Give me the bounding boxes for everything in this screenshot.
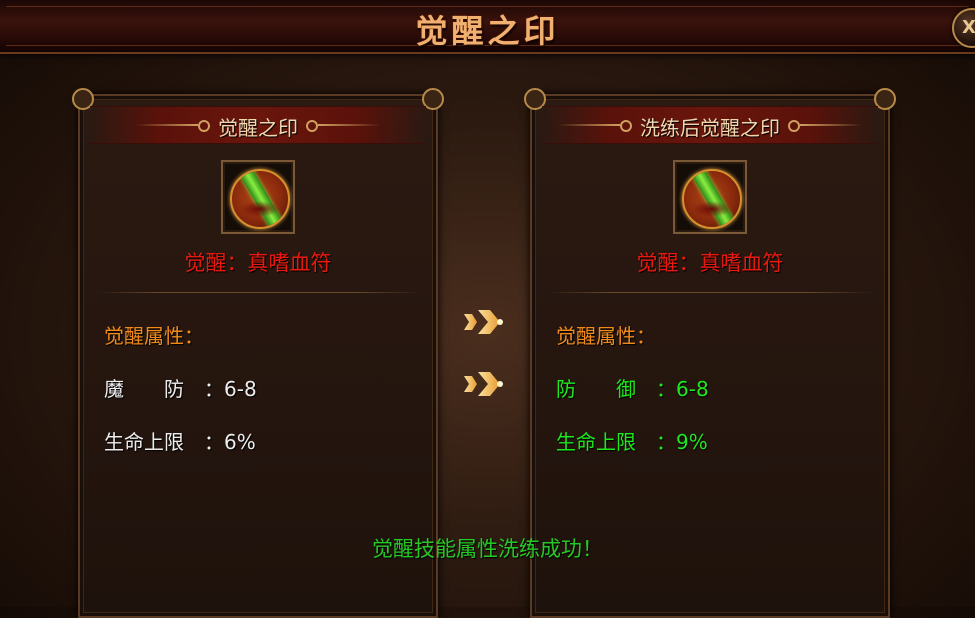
- stat-value: ：6-8: [656, 377, 709, 401]
- stat-value: ：6-8: [204, 377, 257, 401]
- divider: [94, 292, 422, 293]
- awaken-name: 觉醒：真嗜血符: [184, 251, 332, 275]
- blood-talisman-icon: [682, 169, 742, 229]
- close-icon: X: [962, 17, 975, 38]
- panel-title: 觉醒之印: [218, 116, 298, 140]
- divider: [546, 292, 874, 293]
- blood-talisman-icon: [230, 169, 290, 229]
- stat-value: ：6%: [204, 430, 256, 454]
- arrow-right-icon: [464, 372, 503, 396]
- stat-key: 生命上限: [556, 430, 636, 454]
- success-message: 觉醒技能属性洗练成功！: [372, 537, 603, 561]
- stat-row: 生命上限 ：6%: [104, 426, 256, 455]
- window-title: 觉醒之印: [415, 12, 560, 50]
- stat-key: 防 御: [556, 377, 636, 401]
- seal-item-slot[interactable]: [221, 160, 295, 234]
- stat-key: 生命上限: [104, 430, 184, 454]
- window-title-bar: 觉醒之印 X: [0, 0, 975, 54]
- attr-heading: 觉醒属性：: [556, 324, 656, 348]
- stat-row: 魔 防 ：6-8: [104, 373, 257, 402]
- stat-key: 魔 防: [104, 377, 184, 401]
- arrow-right-icon: [464, 310, 503, 334]
- stat-row: 生命上限 ：9%: [556, 426, 708, 455]
- panel-title: 洗练后觉醒之印: [640, 116, 780, 140]
- stat-value: ：9%: [656, 430, 708, 454]
- panel-header: 觉醒之印: [90, 106, 426, 144]
- attr-heading: 觉醒属性：: [104, 324, 204, 348]
- seal-item-slot[interactable]: [673, 160, 747, 234]
- panel-header: 洗练后觉醒之印: [542, 106, 878, 144]
- stat-row: 防 御 ：6-8: [556, 373, 709, 402]
- awaken-name: 觉醒：真嗜血符: [636, 251, 784, 275]
